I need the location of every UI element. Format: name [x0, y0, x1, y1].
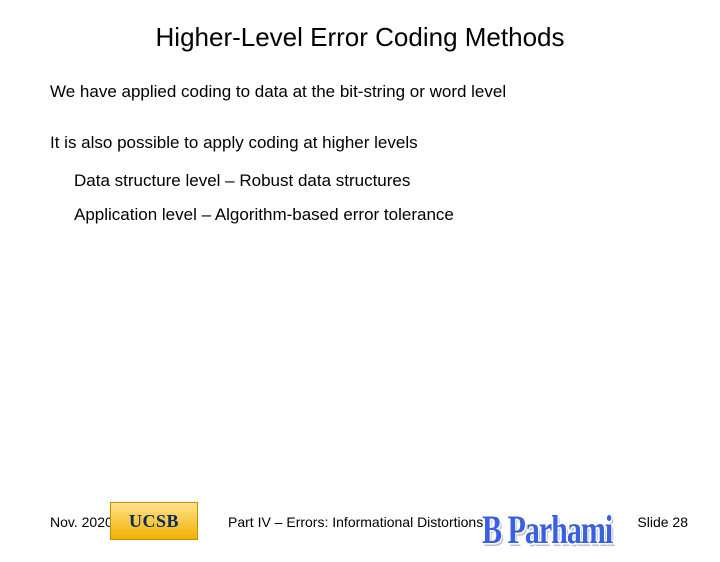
- ucsb-logo-text: UCSB: [129, 511, 179, 532]
- slide-title: Higher-Level Error Coding Methods: [0, 22, 720, 53]
- footer: Nov. 2020 UCSB Part IV – Errors: Informa…: [0, 500, 720, 540]
- footer-date: Nov. 2020: [50, 514, 113, 530]
- slide-number: Slide 28: [637, 514, 688, 530]
- paragraph-1: We have applied coding to data at the bi…: [50, 81, 680, 104]
- paragraph-2: It is also possible to apply coding at h…: [50, 132, 680, 155]
- bullet-application: Application level – Algorithm-based erro…: [74, 205, 720, 225]
- bullet-data-structure: Data structure level – Robust data struc…: [74, 171, 720, 191]
- footer-part-label: Part IV – Errors: Informational Distorti…: [228, 514, 483, 530]
- ucsb-logo: UCSB: [110, 502, 198, 540]
- author-name: B Parhami: [482, 508, 612, 554]
